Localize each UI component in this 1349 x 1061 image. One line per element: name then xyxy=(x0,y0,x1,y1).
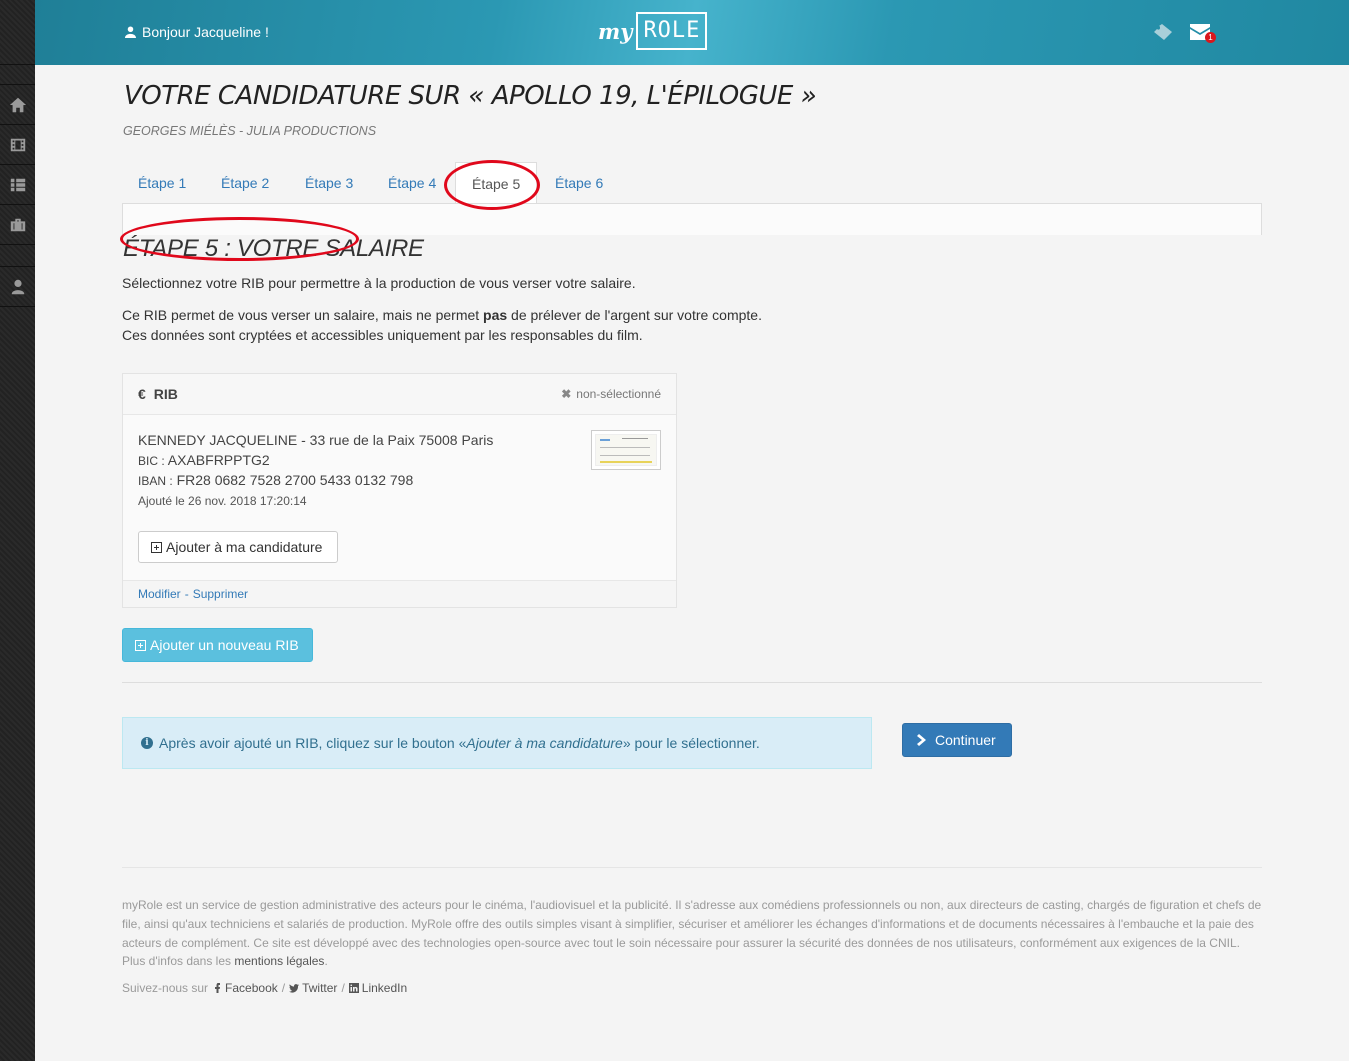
bic-value: AXABFRPPTG2 xyxy=(167,452,270,468)
alert-text: Après avoir ajouté un RIB, cliquez sur l… xyxy=(159,735,760,751)
linkedin-link[interactable]: LinkedIn xyxy=(348,981,408,995)
step-title: ÉTAPE 5 : VOTRE SALAIRE xyxy=(123,235,424,262)
linkedin-label: LinkedIn xyxy=(361,981,408,995)
add-to-application-label: Ajouter à ma candidature xyxy=(166,539,323,555)
twitter-link[interactable]: Twitter xyxy=(289,981,337,995)
euro-icon: € xyxy=(138,386,146,402)
ticket-button[interactable] xyxy=(1153,23,1173,41)
tab-step-5[interactable]: Étape 5 xyxy=(455,162,538,204)
note-before: Ce RIB permet de vous verser un salaire,… xyxy=(122,307,484,323)
footer-description: myRole est un service de gestion adminis… xyxy=(122,896,1262,971)
top-header: Bonjour Jacqueline ! my ROLE 1 xyxy=(35,0,1349,65)
rib-added-date: Ajouté le 26 nov. 2018 17:20:14 xyxy=(138,494,307,508)
tab-step-2[interactable]: Étape 2 xyxy=(205,162,285,204)
plus-square-icon xyxy=(135,639,146,651)
tab-step-6[interactable]: Étape 6 xyxy=(539,162,619,204)
sidebar-item-home[interactable] xyxy=(0,85,35,125)
twitter-label: Twitter xyxy=(302,981,338,995)
info-alert: i Après avoir ajouté un RIB, cliquez sur… xyxy=(122,717,872,769)
iban-value: FR28 0682 7528 2700 5433 0132 798 xyxy=(176,472,414,488)
footer-end: . xyxy=(324,954,328,969)
step-note: Ce RIB permet de vous verser un salaire,… xyxy=(122,305,762,345)
facebook-label: Facebook xyxy=(225,981,278,995)
sidebar-divider xyxy=(0,65,35,85)
messages-button[interactable]: 1 xyxy=(1190,24,1216,43)
myrole-logo[interactable]: my ROLE xyxy=(598,12,708,50)
divider xyxy=(122,682,1262,683)
note-bold: pas xyxy=(483,307,508,323)
list-icon xyxy=(10,178,25,191)
rib-document-preview xyxy=(595,434,657,466)
note-line2: Ces données sont cryptées et accessibles… xyxy=(122,327,643,343)
film-icon xyxy=(10,138,25,151)
step-intro: Sélectionnez votre RIB pour permettre à … xyxy=(122,275,636,291)
delete-rib-link[interactable]: Supprimer xyxy=(193,587,248,601)
user-icon xyxy=(11,279,24,294)
logo-role: ROLE xyxy=(636,12,708,50)
plus-square-icon xyxy=(151,541,162,553)
bic-label: BIC : xyxy=(138,454,165,468)
alert-after: » pour le sélectionner. xyxy=(622,735,760,751)
rib-panel-footer: Modifier - Supprimer xyxy=(123,580,676,607)
continue-label: Continuer xyxy=(935,732,996,748)
page-subtitle: GEORGES MIÉLÈS - JULIA PRODUCTIONS xyxy=(123,124,377,138)
rib-document-thumbnail[interactable] xyxy=(591,430,661,470)
add-new-rib-label: Ajouter un nouveau RIB xyxy=(150,637,299,653)
slash-separator: / xyxy=(281,981,286,995)
chevron-right-icon xyxy=(917,734,926,746)
legal-mentions-link[interactable]: mentions légales xyxy=(234,954,324,968)
linkedin-icon xyxy=(348,983,359,993)
rib-status-text: non-sélectionné xyxy=(576,387,661,401)
alert-emph: Ajouter à ma candidature xyxy=(466,735,623,751)
sidebar-item-list[interactable] xyxy=(0,165,35,205)
tab-step-1[interactable]: Étape 1 xyxy=(122,162,202,204)
rib-title: RIB xyxy=(153,386,178,402)
logo-my: my xyxy=(598,18,633,44)
rib-status: ✖ non-sélectionné xyxy=(561,387,661,401)
tab-step-3[interactable]: Étape 3 xyxy=(289,162,369,204)
left-sidebar xyxy=(0,0,35,1061)
social-links: Suivez-nous sur Facebook / Twitter / Lin… xyxy=(122,981,407,995)
close-icon: ✖ xyxy=(561,387,572,401)
rib-bic: BIC : AXABFRPPTG2 xyxy=(138,452,270,468)
tab-step-4[interactable]: Étape 4 xyxy=(372,162,452,204)
user-greeting[interactable]: Bonjour Jacqueline ! xyxy=(125,24,269,40)
sidebar-item-films[interactable] xyxy=(0,125,35,165)
add-new-rib-button[interactable]: Ajouter un nouveau RIB xyxy=(122,628,313,662)
iban-label: IBAN : xyxy=(138,474,173,488)
sidebar-item-profile[interactable] xyxy=(0,267,35,307)
note-after: de prélever de l'argent sur votre compte… xyxy=(507,307,762,323)
rib-panel: € RIB ✖ non-sélectionné KENNEDY JACQUELI… xyxy=(122,373,677,608)
briefcase-icon xyxy=(10,218,25,231)
unread-count-badge: 1 xyxy=(1205,32,1216,43)
tab-content-strip xyxy=(122,203,1262,235)
continue-button[interactable]: Continuer xyxy=(902,723,1012,757)
link-separator: - xyxy=(184,587,189,601)
page-title: VOTRE CANDIDATURE SUR « APOLLO 19, L'ÉPI… xyxy=(124,81,817,111)
user-icon xyxy=(125,26,136,38)
add-to-application-button[interactable]: Ajouter à ma candidature xyxy=(138,531,338,563)
ticket-icon xyxy=(1154,24,1172,40)
edit-rib-link[interactable]: Modifier xyxy=(138,587,181,601)
facebook-icon xyxy=(215,983,221,993)
sidebar-divider xyxy=(0,245,35,267)
sidebar-item-jobs[interactable] xyxy=(0,205,35,245)
footer-divider xyxy=(122,867,1262,868)
twitter-icon xyxy=(289,984,300,993)
greeting-text: Bonjour Jacqueline ! xyxy=(142,24,269,40)
alert-before: Après avoir ajouté un RIB, cliquez sur l… xyxy=(159,735,467,751)
step-tabs: Étape 1 Étape 2 Étape 3 Étape 4 Étape 5 … xyxy=(122,162,1262,204)
rib-iban: IBAN : FR28 0682 7528 2700 5433 0132 798 xyxy=(138,472,413,488)
sidebar-top-spacer xyxy=(0,0,35,65)
rib-holder: KENNEDY JACQUELINE - 33 rue de la Paix 7… xyxy=(138,432,494,448)
rib-panel-header: € RIB ✖ non-sélectionné xyxy=(123,374,676,415)
follow-label: Suivez-nous sur xyxy=(122,981,209,995)
rib-panel-body: KENNEDY JACQUELINE - 33 rue de la Paix 7… xyxy=(123,415,676,580)
home-icon xyxy=(9,97,26,112)
facebook-link[interactable]: Facebook xyxy=(212,981,278,995)
slash-separator: / xyxy=(341,981,345,995)
info-icon: i xyxy=(141,737,153,749)
